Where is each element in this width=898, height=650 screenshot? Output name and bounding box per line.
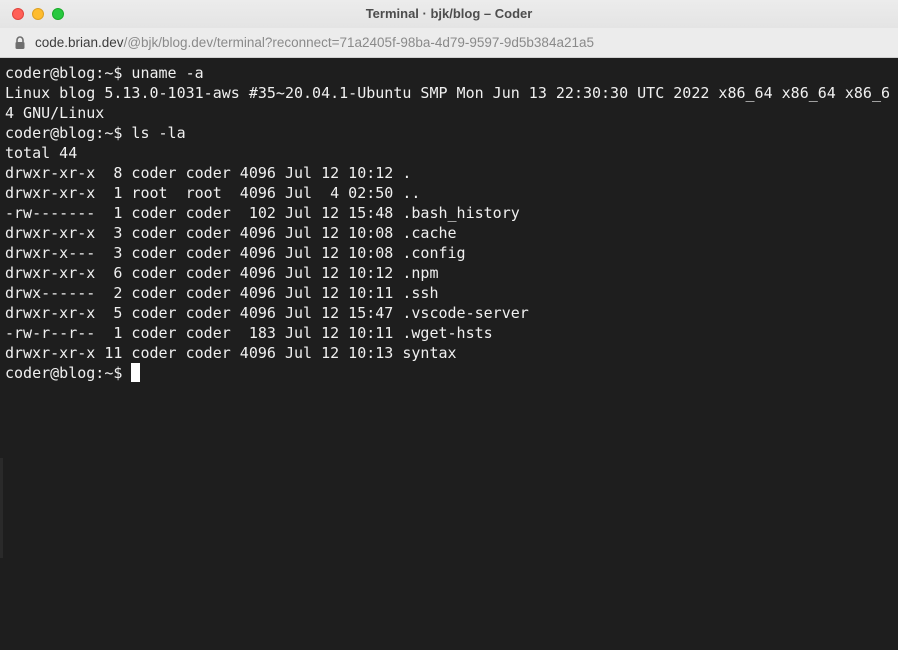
terminal-line: drwxr-xr-x 1 root root 4096 Jul 4 02:50 … [5,184,421,202]
browser-window: Terminal · bjk/blog – Coder code.brian.d… [0,0,898,650]
terminal-line: Linux blog 5.13.0-1031-aws #35~20.04.1-U… [5,84,891,102]
lock-icon [15,36,25,49]
terminal-line: drwxr-xr-x 3 coder coder 4096 Jul 12 10:… [5,224,457,242]
terminal-line: total 44 [5,144,78,162]
terminal-cursor [131,363,141,382]
terminal-line: 4 GNU/Linux [5,104,105,122]
terminal-line: -rw------- 1 coder coder 102 Jul 12 15:4… [5,204,520,222]
terminal-line: drwx------ 2 coder coder 4096 Jul 12 10:… [5,284,439,302]
window-title: Terminal · bjk/blog – Coder [365,6,533,21]
terminal-line: drwxr-xr-x 5 coder coder 4096 Jul 12 15:… [5,304,529,322]
terminal-line: coder@blog:~$ ls -la [5,124,186,142]
terminal-prompt-line[interactable]: coder@blog:~$ [5,363,141,383]
title-bar[interactable]: Terminal · bjk/blog – Coder [0,0,898,28]
url-path: /@bjk/blog.dev/terminal?reconnect=71a240… [123,35,594,50]
terminal-line: drwxr-x--- 3 coder coder 4096 Jul 12 10:… [5,244,466,262]
terminal-area[interactable]: coder@blog:~$ uname -a Linux blog 5.13.0… [0,58,898,650]
terminal-line: -rw-r--r-- 1 coder coder 183 Jul 12 10:1… [5,324,493,342]
address-bar[interactable]: code.brian.dev/@bjk/blog.dev/terminal?re… [0,28,898,58]
terminal-line: coder@blog:~$ uname -a [5,64,204,82]
terminal-line: drwxr-xr-x 11 coder coder 4096 Jul 12 10… [5,344,457,362]
terminal-line: drwxr-xr-x 6 coder coder 4096 Jul 12 10:… [5,264,439,282]
terminal-line: drwxr-xr-x 8 coder coder 4096 Jul 12 10:… [5,164,412,182]
terminal-prompt: coder@blog:~$ [5,364,132,382]
url-host: code.brian.dev [35,35,124,50]
terminal-scrollbar[interactable] [0,458,3,558]
address-url[interactable]: code.brian.dev/@bjk/blog.dev/terminal?re… [35,28,594,57]
